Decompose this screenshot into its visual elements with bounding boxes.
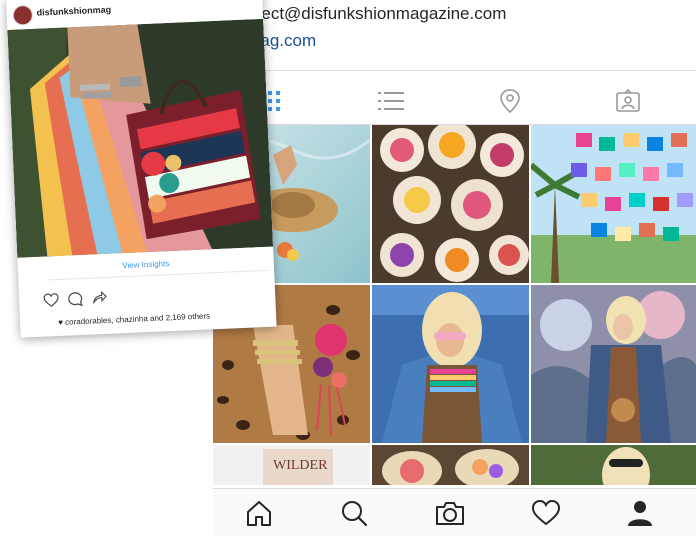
likes-text: ♥ coradorables, chazinha and 2,169 other… (58, 311, 211, 328)
grid-photo-9[interactable] (531, 445, 696, 485)
grid-photo-3[interactable] (531, 125, 696, 283)
profile-view-tabs (213, 78, 696, 122)
post-username[interactable]: disfunkshionmag (36, 4, 111, 17)
camera-icon[interactable] (432, 495, 468, 531)
tagged-photos-icon[interactable] (611, 84, 645, 118)
list-view-icon[interactable] (374, 84, 408, 118)
photo-grid: WILDER (213, 125, 696, 485)
comment-icon[interactable] (67, 291, 84, 308)
post-photo[interactable] (7, 18, 274, 258)
post-card: disfunkshionmag View Insights ♥ coradora… (6, 0, 277, 338)
profile-icon[interactable] (622, 495, 658, 531)
grid-photo-5[interactable] (372, 285, 529, 443)
avatar[interactable] (12, 4, 34, 26)
search-icon[interactable] (336, 495, 372, 531)
like-heart-icon[interactable] (43, 292, 60, 309)
bottom-tab-bar (213, 488, 696, 536)
post-actions (43, 287, 164, 310)
heart-icon[interactable] (528, 495, 564, 531)
map-pin-icon[interactable] (493, 84, 527, 118)
grid-photo-8[interactable] (372, 445, 529, 485)
home-icon[interactable] (241, 495, 277, 531)
grid-photo-6[interactable] (531, 285, 696, 443)
magazine-cover-text: WILDER (273, 458, 328, 473)
profile-email[interactable]: onnect@disfunkshionmagazine.com (233, 4, 506, 24)
divider (213, 70, 696, 71)
grid-photo-7[interactable]: WILDER (213, 445, 370, 485)
likes-heart-icon: ♥ (58, 317, 64, 328)
grid-photo-2[interactable] (372, 125, 529, 283)
share-icon[interactable] (91, 290, 108, 307)
